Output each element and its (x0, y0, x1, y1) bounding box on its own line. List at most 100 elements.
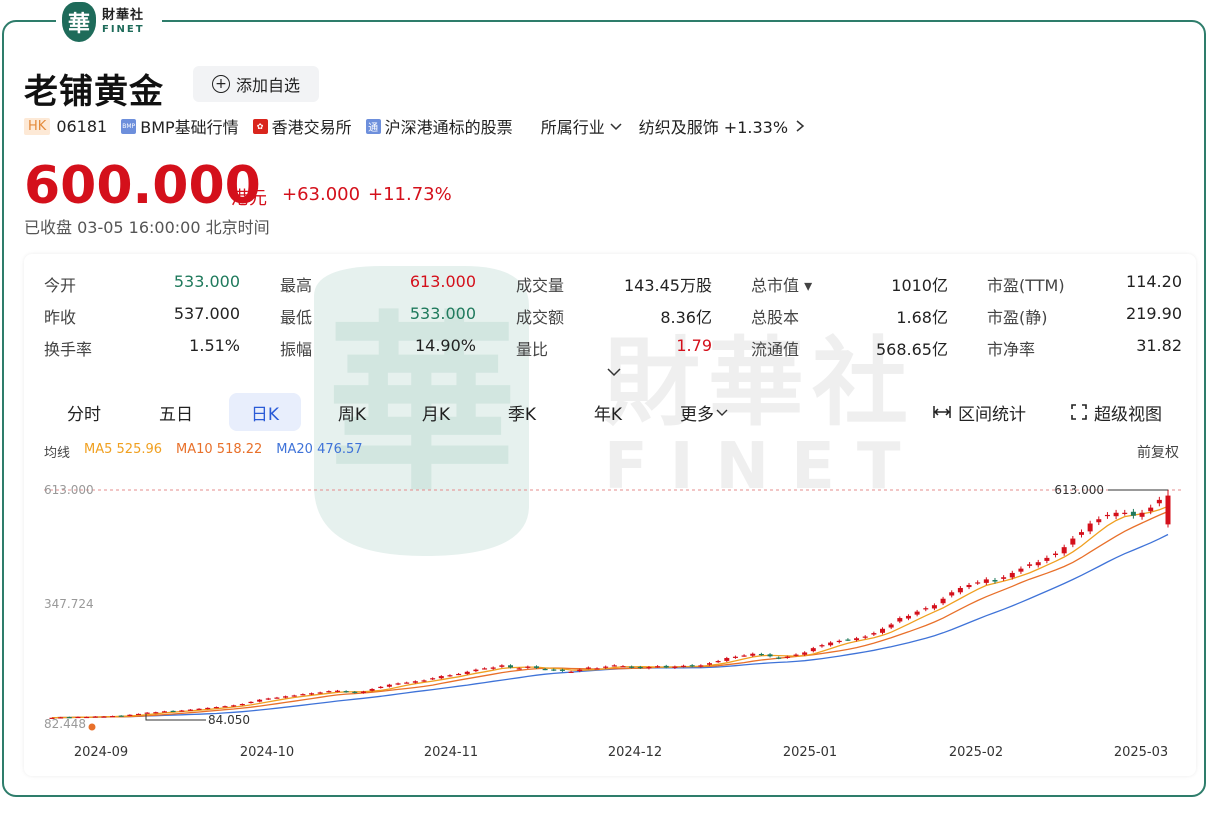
candle-body[interactable] (101, 716, 107, 718)
candle-body[interactable] (914, 611, 920, 615)
candle-body[interactable] (784, 656, 790, 658)
candle-body[interactable] (326, 691, 332, 693)
candle-body[interactable] (923, 608, 929, 610)
candle-body[interactable] (1027, 564, 1033, 566)
candle-body[interactable] (966, 584, 972, 588)
candle-body[interactable] (698, 665, 704, 667)
candle-body[interactable] (724, 658, 730, 661)
candle-body[interactable] (689, 665, 695, 667)
candle-body[interactable] (187, 709, 193, 711)
candle-body[interactable] (508, 665, 514, 668)
candle-body[interactable] (1113, 512, 1119, 517)
candle-body[interactable] (179, 710, 185, 712)
candle-body[interactable] (1061, 547, 1067, 554)
candle-body[interactable] (611, 665, 617, 667)
candle-body[interactable] (637, 666, 643, 669)
candle-body[interactable] (1053, 553, 1059, 556)
candle-body[interactable] (334, 690, 340, 692)
candle-body[interactable] (369, 688, 375, 691)
candle-body[interactable] (352, 691, 358, 693)
candle-body[interactable] (663, 665, 669, 668)
candle-body[interactable] (196, 708, 202, 710)
candle-body[interactable] (473, 669, 479, 672)
candle-body[interactable] (750, 653, 756, 656)
candle-body[interactable] (153, 712, 159, 714)
candle-body[interactable] (283, 696, 289, 698)
candle-body[interactable] (897, 618, 903, 622)
candle-body[interactable] (793, 654, 799, 656)
candle-body[interactable] (715, 661, 721, 663)
candle-body[interactable] (430, 678, 436, 680)
candle-body[interactable] (360, 691, 366, 693)
candle-body[interactable] (672, 666, 678, 668)
candle-body[interactable] (170, 710, 176, 713)
candle-body[interactable] (819, 645, 825, 647)
candle-body[interactable] (862, 636, 868, 638)
kline-chart[interactable]: 613.000 84.050 613.000 347.724 82.448 2024-09… (0, 0, 1208, 817)
candle-body[interactable] (1044, 557, 1050, 561)
candle-body[interactable] (378, 686, 384, 689)
candle-body[interactable] (300, 694, 306, 696)
candle-body[interactable] (940, 598, 946, 604)
candle-body[interactable] (136, 713, 142, 716)
candle-body[interactable] (1087, 523, 1093, 532)
candle-body[interactable] (620, 666, 626, 668)
candle-body[interactable] (265, 698, 271, 700)
candle-body[interactable] (447, 675, 453, 677)
candle-body[interactable] (1148, 507, 1154, 512)
candle-body[interactable] (732, 656, 738, 658)
candle-body[interactable] (1139, 512, 1145, 517)
candle-body[interactable] (975, 582, 981, 584)
candle-body[interactable] (802, 652, 808, 655)
candle-body[interactable] (213, 707, 219, 709)
candle-body[interactable] (464, 671, 470, 674)
candle-body[interactable] (499, 665, 505, 667)
candle-body[interactable] (1096, 519, 1102, 523)
candle-body[interactable] (542, 668, 548, 671)
candle-body[interactable] (585, 667, 591, 669)
candle-body[interactable] (957, 587, 963, 593)
candle-body[interactable] (810, 648, 816, 652)
candle-body[interactable] (525, 666, 531, 668)
candle-body[interactable] (949, 592, 955, 596)
candle-body[interactable] (144, 712, 150, 714)
candle-body[interactable] (646, 667, 652, 669)
candle-body[interactable] (161, 711, 167, 713)
candle-body[interactable] (274, 697, 280, 699)
candle-body[interactable] (888, 624, 894, 628)
candle-body[interactable] (629, 666, 635, 668)
candle-body[interactable] (1165, 495, 1171, 525)
candle-body[interactable] (854, 638, 860, 641)
candle-body[interactable] (1104, 514, 1110, 517)
candle-body[interactable] (931, 605, 937, 609)
candle-body[interactable] (456, 673, 462, 676)
candle-body[interactable] (992, 580, 998, 582)
candle-body[interactable] (706, 663, 712, 665)
candle-body[interactable] (1078, 532, 1084, 535)
candle-body[interactable] (386, 684, 392, 687)
candle-body[interactable] (655, 666, 661, 668)
candle-body[interactable] (516, 668, 522, 670)
candle-body[interactable] (404, 682, 410, 684)
candle-body[interactable] (776, 657, 782, 659)
candle-body[interactable] (845, 639, 851, 641)
candle-body[interactable] (231, 705, 237, 707)
candle-body[interactable] (741, 655, 747, 657)
candle-body[interactable] (767, 654, 773, 657)
candle-body[interactable] (983, 579, 989, 583)
candle-body[interactable] (880, 628, 886, 633)
candle-body[interactable] (1018, 568, 1024, 572)
candle-body[interactable] (248, 701, 254, 704)
candle-body[interactable] (603, 666, 609, 668)
candle-body[interactable] (594, 668, 600, 670)
candle-body[interactable] (395, 683, 401, 685)
candle-body[interactable] (758, 653, 764, 656)
candle-body[interactable] (551, 669, 557, 671)
candle-body[interactable] (343, 691, 349, 693)
candle-body[interactable] (239, 704, 245, 706)
candle-body[interactable] (577, 669, 583, 672)
candle-body[interactable] (309, 693, 315, 695)
finet-brand[interactable]: 華 財華社 FINET (56, 0, 162, 44)
candle-body[interactable] (1122, 512, 1128, 514)
candle-body[interactable] (317, 692, 323, 694)
